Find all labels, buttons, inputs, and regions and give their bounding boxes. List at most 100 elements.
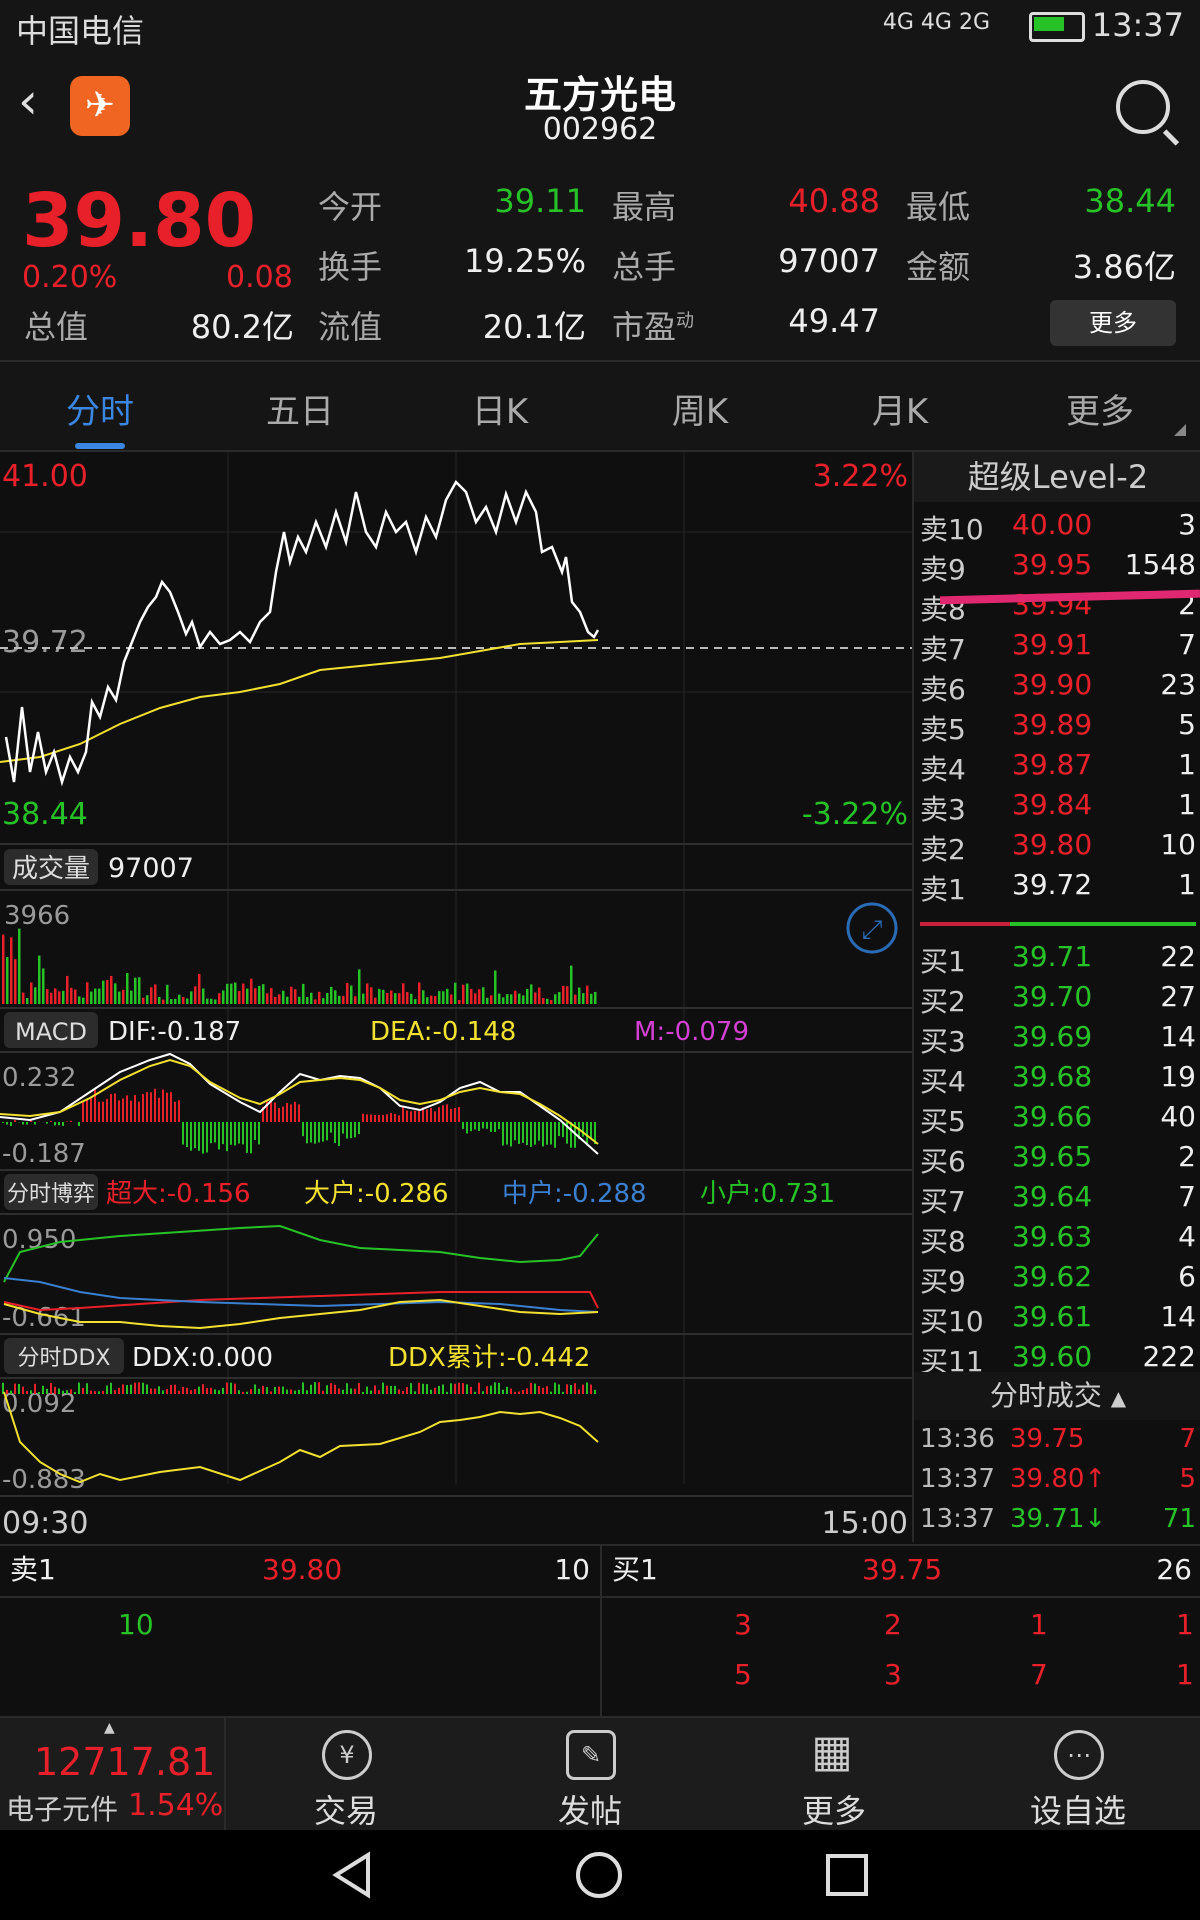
volume-bar	[130, 990, 133, 1004]
macd-bar	[494, 1122, 496, 1132]
volume-bar	[530, 984, 533, 1004]
macd-bar	[442, 1105, 444, 1122]
macd-bar	[246, 1122, 248, 1153]
ddx-bar	[402, 1390, 404, 1394]
nav-more-button[interactable]: ▦ 更多	[714, 1718, 954, 1832]
ddx-bar	[526, 1388, 528, 1394]
more-button[interactable]: 更多	[1050, 300, 1176, 346]
macd-bar	[170, 1092, 172, 1122]
ddx-bar	[94, 1391, 96, 1394]
ddx-bar	[178, 1390, 180, 1394]
system-home-icon[interactable]	[574, 1850, 624, 1900]
volume-bar	[310, 992, 313, 1004]
order-book-title[interactable]: 超级Level-2	[914, 452, 1200, 502]
ddx-bar	[478, 1382, 480, 1394]
macd-bar	[534, 1122, 536, 1145]
tab-five-day[interactable]: 五日	[220, 384, 380, 433]
volume-bar	[362, 993, 365, 1004]
ddx-bar	[42, 1385, 44, 1394]
volume-bar	[182, 997, 185, 1004]
ddx-bar	[386, 1385, 388, 1394]
ddx-bar	[522, 1389, 524, 1394]
order-book: 超级Level-2 卖10 40.00 3 卖9 39.95 1548 卖8 39.…	[912, 452, 1200, 1542]
volume-bar	[34, 987, 37, 1004]
macd-bar	[354, 1122, 356, 1138]
macd-bar	[406, 1110, 408, 1122]
volume-bar	[274, 996, 277, 1004]
macd-bar	[150, 1092, 152, 1122]
ddx-bar	[422, 1383, 424, 1394]
macd-bar	[194, 1122, 196, 1149]
volume-bar	[62, 990, 65, 1004]
buy-level-row: 买4 39.68 19	[920, 1060, 1196, 1098]
intraday-chart[interactable]: 41.00 39.72 38.44 3.22% -3.22% 成交量 97007…	[0, 452, 912, 1542]
ddx-bar	[210, 1387, 212, 1394]
volume-bar	[214, 999, 217, 1004]
macd-bar	[378, 1115, 380, 1122]
grid-icon: ▦	[811, 1726, 853, 1777]
volume-bar	[562, 985, 565, 1004]
volume-bar	[350, 985, 353, 1004]
nav-post-button[interactable]: ✎ 发帖	[470, 1718, 710, 1832]
volume-bar	[282, 990, 285, 1004]
sell-level-row: 卖2 39.80 10	[920, 828, 1196, 866]
nav-trade-button[interactable]: ¥ 交易	[226, 1718, 466, 1832]
ddx-bar	[218, 1390, 220, 1394]
price-axis-bottom: 38.44	[2, 797, 88, 832]
ddx-bar	[146, 1384, 148, 1394]
ddx-bar	[486, 1386, 488, 1394]
macd-bar	[382, 1114, 384, 1122]
queue-sell-label: 卖1	[10, 1553, 56, 1586]
sector-index[interactable]: ▲ 12717.81 电子元件 1.54%	[0, 1718, 226, 1832]
ddx-bar	[382, 1382, 384, 1394]
volume-bar	[102, 980, 105, 1004]
volume-bar	[158, 996, 161, 1004]
stock-header: ‹ ✈ 五方光电 002962	[0, 50, 1200, 160]
carrier-name: 中国电信	[16, 12, 145, 50]
queue-buy-label: 买1	[612, 1553, 658, 1586]
volume-bar	[326, 992, 329, 1004]
macd-bar	[478, 1122, 480, 1131]
volume-bar	[566, 986, 569, 1004]
volume-bar	[558, 992, 561, 1004]
ddx-bar	[34, 1383, 36, 1394]
tab-more[interactable]: 更多	[1020, 384, 1180, 433]
tab-weekly-k[interactable]: 周K	[620, 384, 780, 433]
macd-bar	[514, 1122, 516, 1141]
macd-bar	[94, 1088, 96, 1122]
ddx-bar	[162, 1390, 164, 1394]
ddx-bar	[270, 1391, 272, 1394]
volume-bar	[486, 997, 489, 1004]
volume-bar	[98, 988, 101, 1004]
queue-buy-vol: 26	[1156, 1553, 1192, 1586]
nav-watchlist-button[interactable]: ⋯ 设自选	[958, 1718, 1198, 1832]
ddx-bar	[154, 1388, 156, 1394]
ddx-label: 分时DDX	[18, 1346, 111, 1371]
search-icon[interactable]	[1116, 80, 1170, 134]
tab-intraday[interactable]: 分时	[20, 384, 180, 449]
volume-bar	[342, 995, 345, 1004]
macd-bar	[358, 1122, 360, 1135]
volume-bar	[514, 990, 517, 1004]
tab-daily-k[interactable]: 日K	[420, 384, 580, 433]
ticks-title[interactable]: 分时成交 ▲	[914, 1372, 1200, 1420]
macd-bar	[130, 1100, 132, 1122]
buy-level-row: 买9 39.62 6	[920, 1260, 1196, 1298]
volume-bar	[438, 991, 441, 1004]
ddx-bar	[410, 1383, 412, 1394]
system-back-icon[interactable]	[328, 1850, 378, 1900]
macd-bar	[402, 1106, 404, 1122]
macd-bar	[530, 1122, 532, 1147]
macd-bar	[306, 1122, 308, 1144]
volume-bar	[134, 977, 137, 1004]
macd-bar	[510, 1122, 512, 1147]
yuan-cycle-icon: ¥	[322, 1730, 372, 1780]
queue-buy-item: 7	[1030, 1658, 1048, 1691]
tab-monthly-k[interactable]: 月K	[820, 384, 980, 433]
ddx-bar	[378, 1390, 380, 1394]
system-recents-icon[interactable]	[822, 1850, 872, 1900]
ddx-bar	[462, 1383, 464, 1394]
macd-bar	[162, 1089, 164, 1122]
ddx-bar	[182, 1386, 184, 1394]
macd-bar	[274, 1102, 276, 1122]
